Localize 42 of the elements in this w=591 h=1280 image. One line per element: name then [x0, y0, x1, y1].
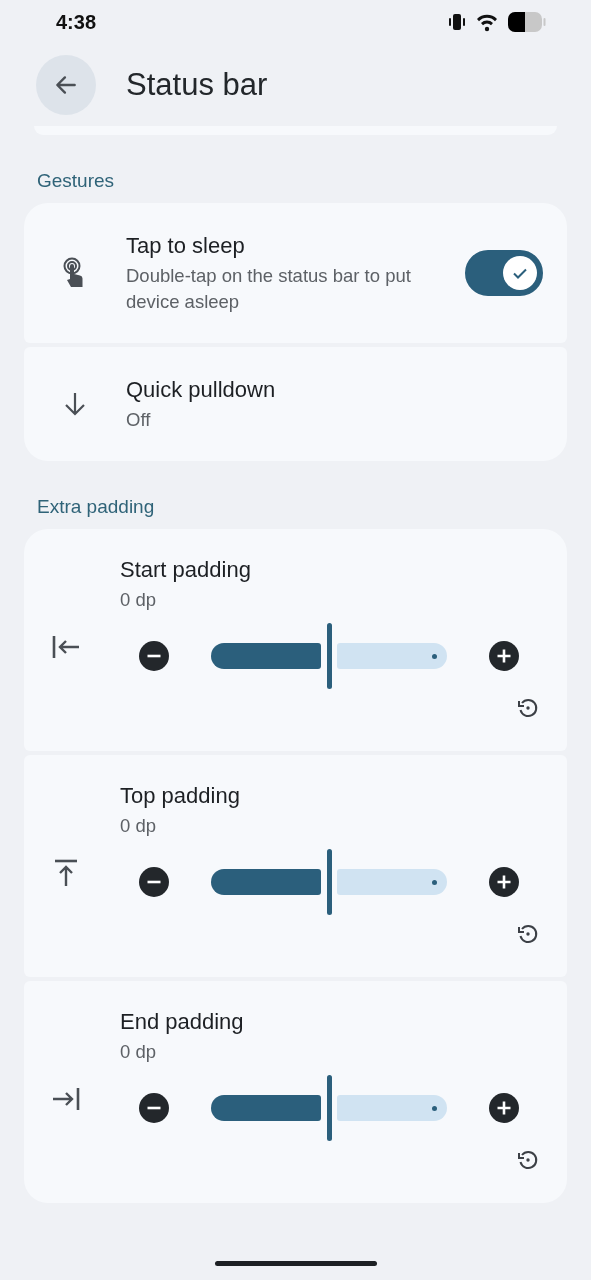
decrease-button[interactable]: [139, 1093, 169, 1123]
setting-summary: 0 dp: [120, 1040, 157, 1064]
reset-icon[interactable]: [517, 697, 539, 719]
slider-thumb[interactable]: [327, 623, 332, 689]
align-end-icon: [51, 1086, 81, 1112]
setting-item[interactable]: Start padding 0 dp: [24, 529, 567, 751]
slider[interactable]: [211, 623, 447, 689]
setting-summary: 0 dp: [120, 588, 157, 612]
decrease-button[interactable]: [139, 867, 169, 897]
setting-summary: Off: [126, 408, 152, 432]
setting-title: Start padding: [120, 556, 252, 584]
setting-title: Quick pulldown: [126, 376, 277, 404]
page-title: Status bar: [126, 67, 268, 103]
setting-item[interactable]: Quick pulldown Off: [24, 347, 567, 461]
status-time: 4:38: [56, 10, 97, 34]
reset-icon[interactable]: [517, 1149, 539, 1171]
align-top-icon: [53, 858, 79, 888]
section-header: Extra padding: [36, 495, 155, 519]
slider-thumb[interactable]: [327, 1075, 332, 1141]
battery-icon: [507, 11, 547, 33]
reset-icon[interactable]: [517, 923, 539, 945]
down-arrow-icon: [62, 391, 88, 417]
setting-item[interactable]: Top padding 0 dp: [24, 755, 567, 977]
setting-item[interactable]: End padding 0 dp: [24, 981, 567, 1203]
setting-item[interactable]: Tap to sleep Double-tap on the status bar to put device asleep: [24, 203, 567, 343]
slider[interactable]: [211, 1075, 447, 1141]
section-header: Gestures: [36, 169, 115, 193]
setting-summary: 0 dp: [120, 814, 157, 838]
setting-title: Tap to sleep: [126, 232, 246, 260]
increase-button[interactable]: [489, 867, 519, 897]
slider[interactable]: [211, 849, 447, 915]
increase-button[interactable]: [489, 1093, 519, 1123]
wifi-icon: [475, 12, 499, 32]
toggle-switch[interactable]: [465, 250, 543, 296]
setting-summary: Double-tap on the status bar to put device asleep: [126, 264, 412, 314]
setting-title: Top padding: [120, 782, 241, 810]
setting-title: End padding: [120, 1008, 245, 1036]
align-start-icon: [51, 634, 81, 660]
decrease-button[interactable]: [139, 641, 169, 671]
vibrate-icon: [447, 12, 467, 32]
increase-button[interactable]: [489, 641, 519, 671]
slider-thumb[interactable]: [327, 849, 332, 915]
